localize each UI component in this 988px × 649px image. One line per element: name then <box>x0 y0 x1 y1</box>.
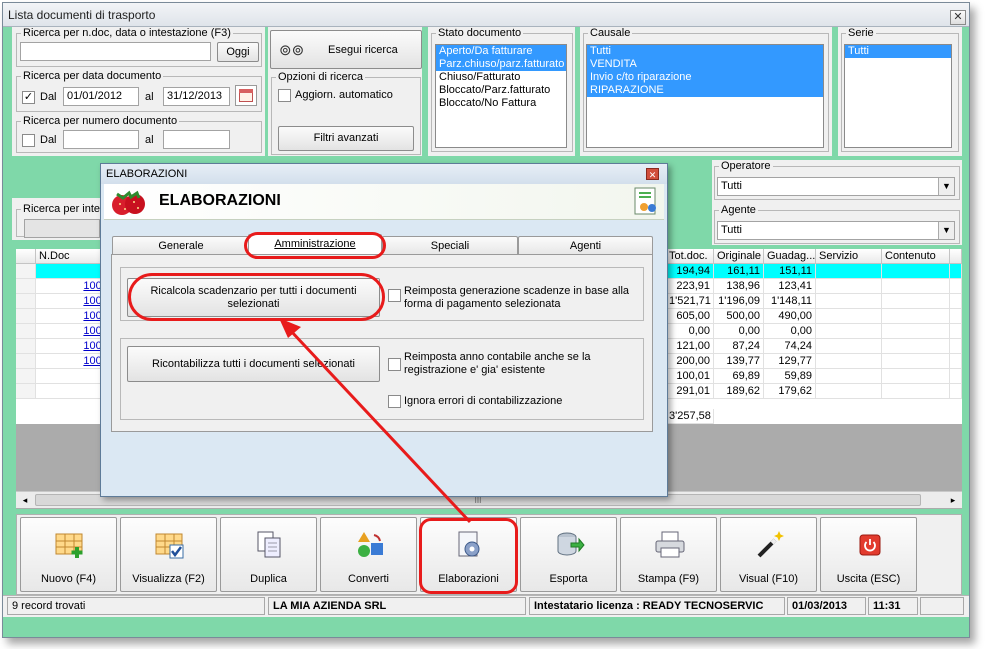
annotation-arrow <box>279 318 472 524</box>
